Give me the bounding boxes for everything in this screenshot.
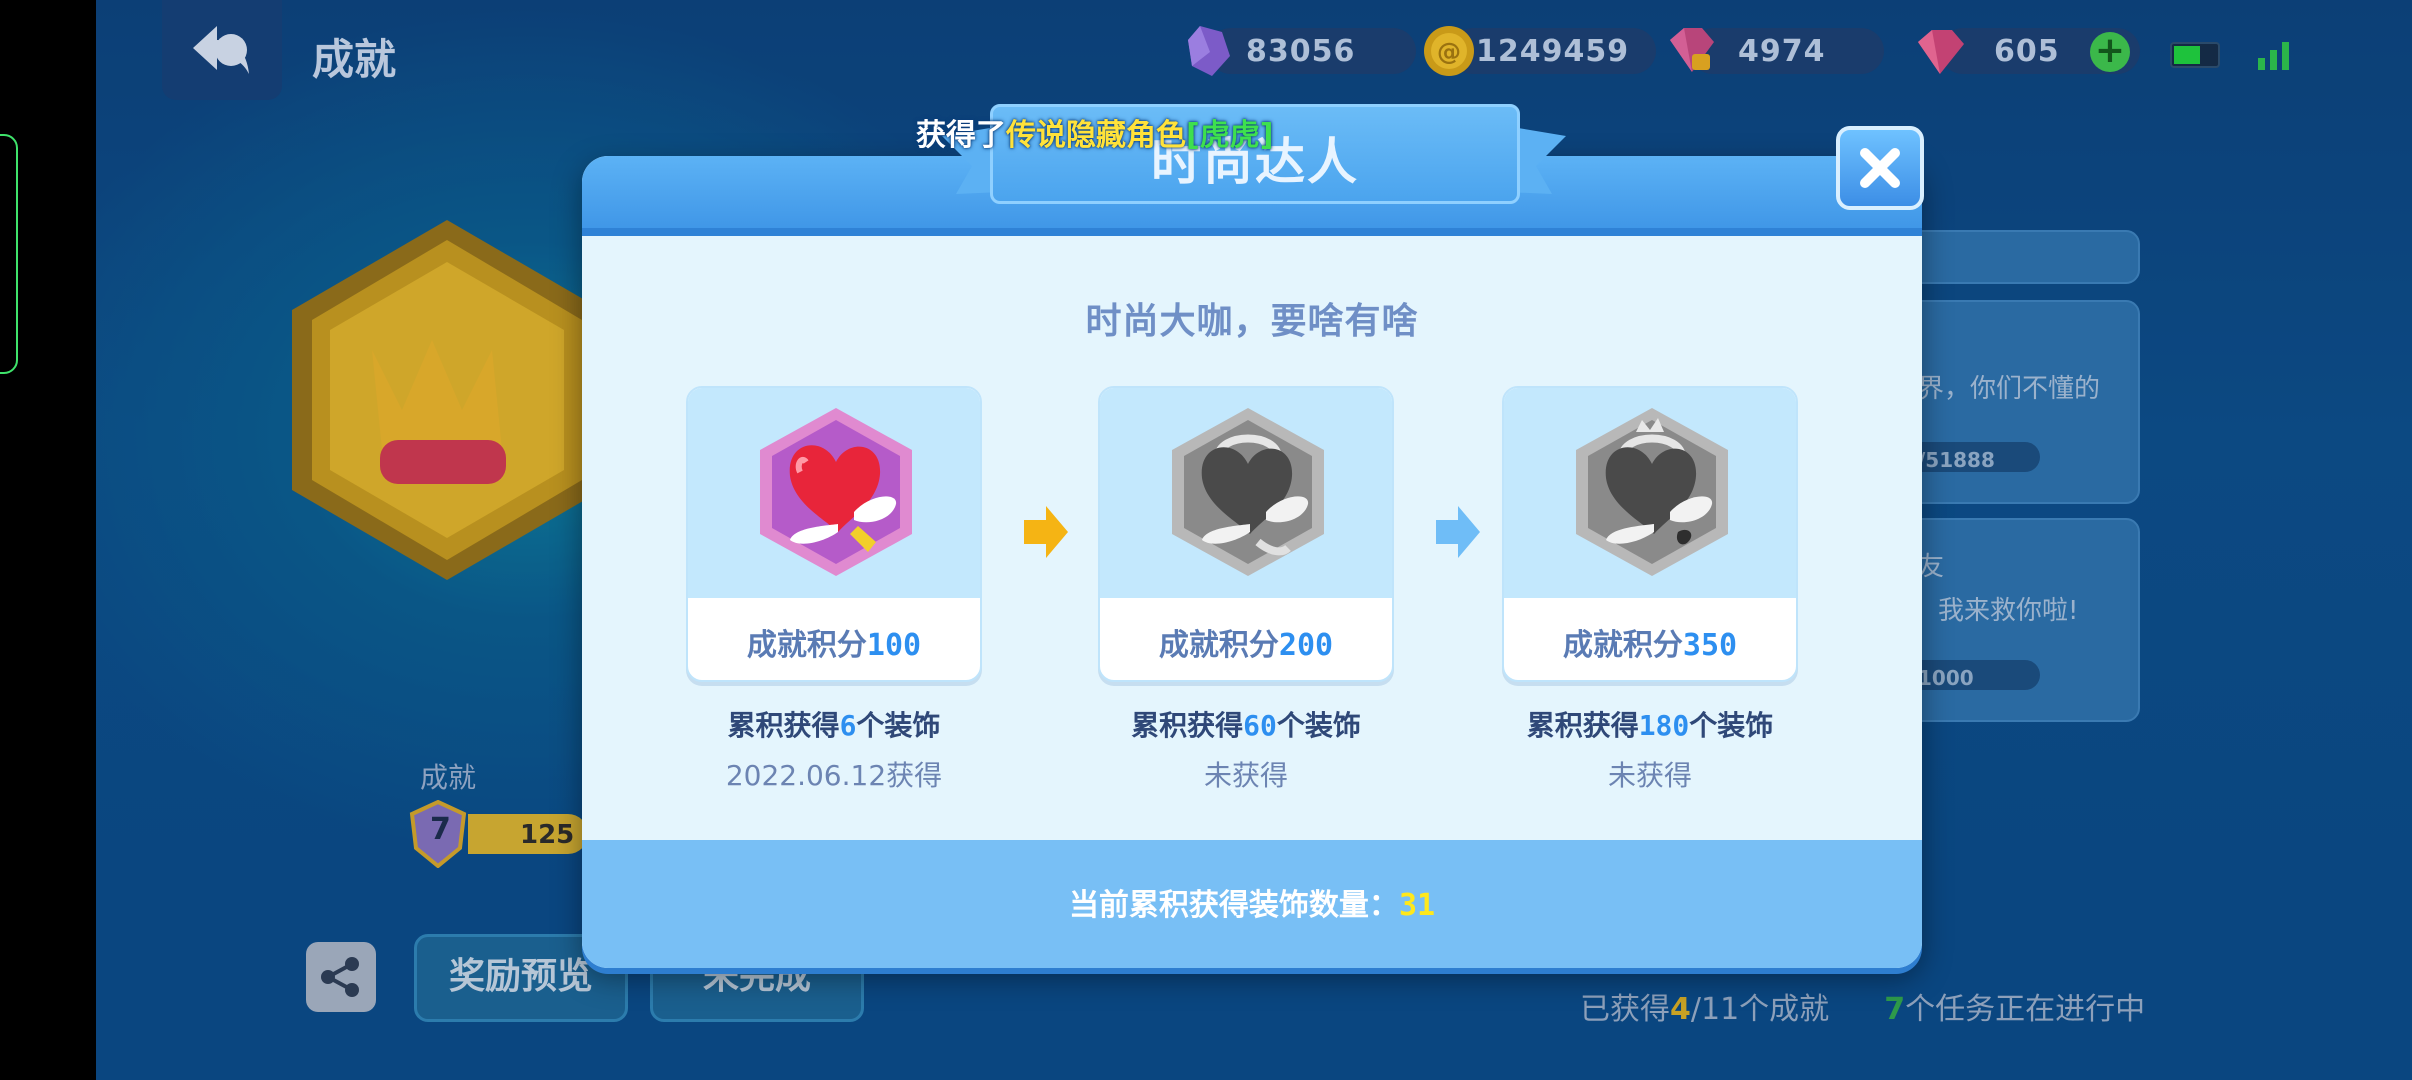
share-button[interactable] <box>306 942 376 1012</box>
locked-gem-icon <box>1670 28 1714 72</box>
toast-prefix: 获得了 <box>916 118 1006 153</box>
cond-prefix: 累积获得 <box>1131 709 1244 742</box>
tier-arrow-icon-1 <box>1024 506 1068 558</box>
decoration-count-text: 当前累积获得装饰数量：31 <box>582 880 1922 924</box>
gold-coin-icon: @ <box>1424 26 1474 76</box>
locked-crowned-heart-medal-icon <box>1576 408 1728 576</box>
tier-status-1: 2022.06.12获得 <box>725 759 943 792</box>
tier-score: 成就积分350 <box>1504 620 1796 664</box>
tier-score-value: 350 <box>1682 628 1738 663</box>
achievement-card-desc: 我来救你啦! <box>1938 596 2079 626</box>
svg-text:@: @ <box>1437 38 1461 66</box>
tasks-suffix: 个任务正在进行中 <box>1905 992 2146 1027</box>
earned-count: 4 <box>1670 992 1691 1027</box>
winged-heart-medal-icon <box>760 408 912 576</box>
edge-indicator <box>0 134 18 374</box>
pink-gem-count: 605 <box>1994 34 2060 69</box>
crystal-count: 83056 <box>1246 34 1356 69</box>
decoration-count-label: 当前累积获得装饰数量： <box>1068 888 1399 923</box>
decoration-count-value: 31 <box>1398 888 1436 923</box>
back-button[interactable] <box>162 0 282 100</box>
cond-suffix: 个装饰 <box>856 709 941 742</box>
total-count: 11 <box>1700 992 1740 1027</box>
toast-character-name: [虎虎] <box>1186 118 1274 153</box>
tier-status-2: 未获得 <box>1203 759 1288 792</box>
battery-icon <box>2170 42 2220 68</box>
reward-toast: 获得了传说隐藏角色[虎虎] <box>916 110 1273 154</box>
achievement-label: 成就 <box>420 761 477 794</box>
cond-count: 60 <box>1243 709 1277 742</box>
tier-status-3: 未获得 <box>1607 759 1692 792</box>
tier-score: 成就积分100 <box>688 620 980 664</box>
close-icon <box>1860 148 1900 188</box>
level-number: 7 <box>430 812 451 847</box>
toast-highlight: 传说隐藏角色 <box>1006 118 1186 153</box>
share-icon <box>321 957 359 997</box>
add-gem-button[interactable]: + <box>2090 32 2130 72</box>
tier-score: 成就积分200 <box>1100 620 1392 664</box>
close-button[interactable] <box>1836 126 1924 210</box>
tier-card-1[interactable]: 成就积分100 <box>686 386 982 682</box>
achievement-card-progress: /51888 <box>1918 448 1995 472</box>
tier-score-label: 成就积分 <box>746 628 867 663</box>
tier-card-3[interactable]: 成就积分350 <box>1502 386 1798 682</box>
back-arrow-icon <box>193 26 249 74</box>
level-progress-text: 125 <box>520 820 575 850</box>
achievement-hex-badge <box>292 220 602 580</box>
cond-count: 6 <box>839 709 857 742</box>
cond-count: 180 <box>1638 709 1690 742</box>
tier-card-2[interactable]: 成就积分200 <box>1098 386 1394 682</box>
cond-suffix: 个装饰 <box>1276 709 1361 742</box>
page-title: 成就 <box>312 35 397 84</box>
earned-suffix: 个成就 <box>1739 992 1830 1027</box>
coin-count: 1249459 <box>1476 34 1630 69</box>
tier-score-label: 成就积分 <box>1158 628 1279 663</box>
pink-gem-icon <box>1918 30 1964 74</box>
locked-winged-heart-medal-icon <box>1172 408 1324 576</box>
tier-condition-3: 累积获得180个装饰 <box>1470 704 1830 744</box>
cond-suffix: 个装饰 <box>1689 709 1774 742</box>
earned-prefix: 已获得 <box>1580 992 1670 1027</box>
tasks-count: 7 <box>1884 992 1906 1027</box>
tier-arrow-icon-2 <box>1436 506 1480 558</box>
cond-prefix: 累积获得 <box>1526 709 1639 742</box>
tier-score-value: 200 <box>1278 628 1334 663</box>
signal-icon <box>2258 36 2289 70</box>
tier-score-label: 成就积分 <box>1562 628 1683 663</box>
cond-prefix: 累积获得 <box>727 709 840 742</box>
tier-condition-1: 累积获得6个装饰 <box>654 704 1014 744</box>
locked-gem-count: 4974 <box>1738 34 1826 69</box>
earned-separator: / <box>1690 992 1701 1027</box>
achievement-card-desc: 界，你们不懂的 <box>1918 374 2101 404</box>
tier-score-value: 100 <box>866 628 922 663</box>
achievement-card-progress: 1000 <box>1918 666 1974 690</box>
dialog-subtitle: 时尚大咖，要啥有啥 <box>1085 301 1419 342</box>
dialog-footer: 当前累积获得装饰数量：31 <box>582 840 1922 968</box>
achievement-detail-dialog: 时尚大咖，要啥有啥 成就积分100 成就积分200 成就积分350 累积获得6个… <box>582 156 1922 968</box>
purple-crystal-icon <box>1188 26 1230 76</box>
tier-condition-2: 累积获得60个装饰 <box>1066 704 1426 744</box>
achievement-status: 已获得4/11个成就 7个任务正在进行中 <box>1580 984 2145 1028</box>
